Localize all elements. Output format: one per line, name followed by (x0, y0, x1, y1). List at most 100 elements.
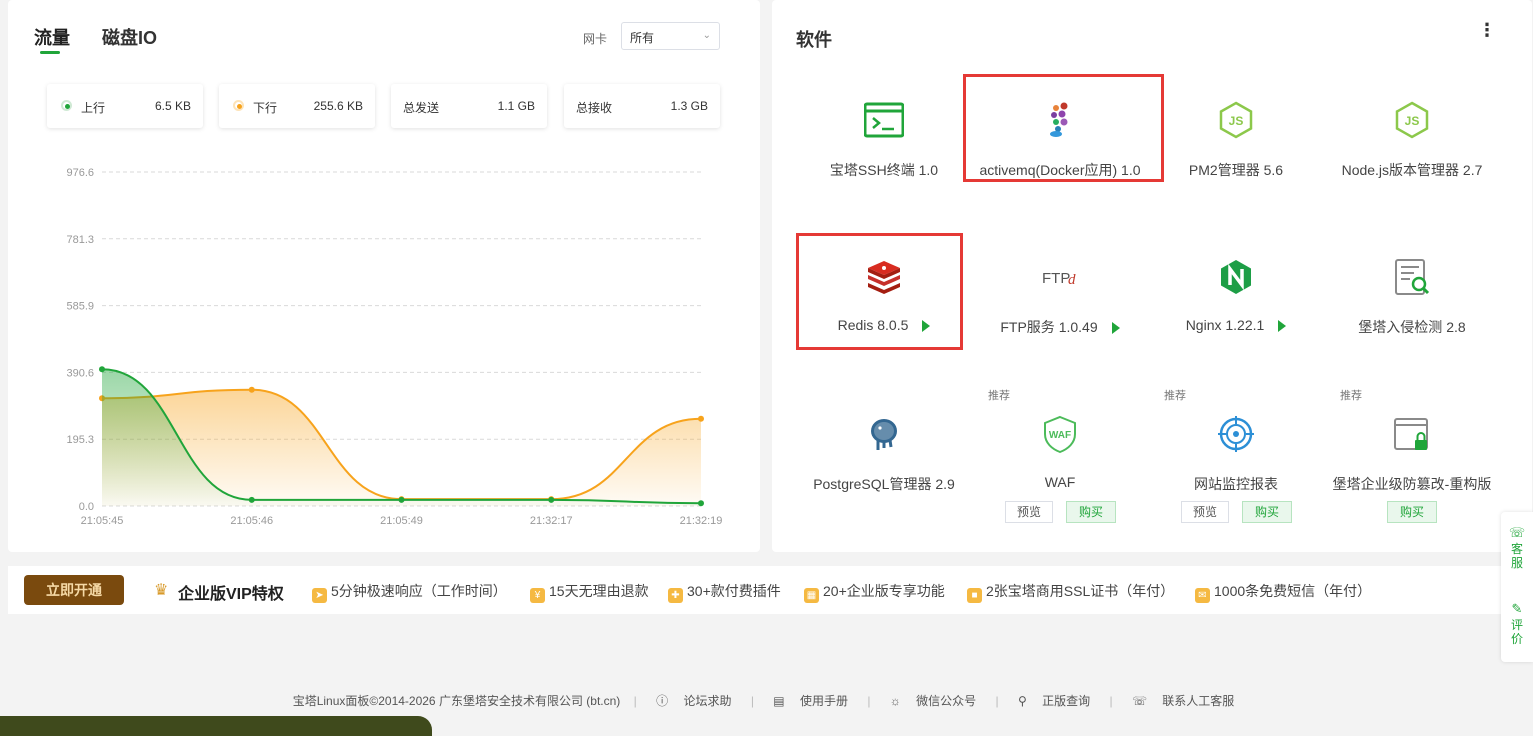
x-tick-label: 21:05:45 (81, 515, 124, 527)
software-card: 软件 ⋮ 宝塔SSH终端 1.0 activemq(Docker应用) 1.0 … (772, 0, 1532, 552)
vip-feature-text: 1000条免费短信（年付） (1214, 583, 1372, 599)
stat-download: 下行 255.6 KB (219, 84, 375, 128)
waf-buy-button[interactable]: 购买 (1066, 501, 1116, 523)
highlight-box-redis (796, 233, 963, 350)
terminal-icon (864, 102, 904, 138)
footer-divider: | (867, 694, 871, 708)
upload-dot-icon (61, 100, 72, 111)
software-name: 宝塔SSH终端 1.0 (829, 162, 939, 178)
software-item-postgresql[interactable]: PostgreSQL管理器 2.9 (796, 400, 972, 510)
software-item-intrusion-detect[interactable]: 堡塔入侵检测 2.8 (1324, 243, 1500, 353)
grid-icon: ▦ (804, 588, 819, 603)
software-name-text: Nginx 1.22.1 (1185, 317, 1265, 333)
vip-feature-text: 20+企业版专享功能 (823, 583, 945, 599)
crown-icon: ♛ (154, 582, 169, 599)
nodejs-icon: JS (1219, 101, 1253, 139)
monitor-buy-button[interactable]: 购买 (1242, 501, 1292, 523)
software-item-ssh[interactable]: 宝塔SSH终端 1.0 (796, 86, 972, 196)
data-point-down (248, 386, 255, 393)
vip-title: 企业版VIP特权 (178, 586, 284, 603)
footer-divider: | (750, 694, 754, 708)
software-item-pm2[interactable]: JS PM2管理器 5.6 (1148, 86, 1324, 196)
software-item-ftp[interactable]: FTP d FTP服务 1.0.49 (972, 243, 1148, 353)
traffic-card: 流量 磁盘IO 网卡 所有 ⌄ 上行 6.5 KB 下行 255.6 KB 总发… (8, 0, 760, 552)
y-tick-label: 585.9 (66, 301, 94, 313)
sms-icon: ✉ (1195, 588, 1210, 603)
footer-link-manual[interactable]: ▤ 使用手册 (767, 694, 854, 708)
footer-link-forum[interactable]: ⓘ 论坛求助 (650, 694, 737, 708)
y-tick-label: 195.3 (66, 434, 94, 446)
data-point-up (99, 366, 105, 373)
software-name: Nginx 1.22.1 (1148, 317, 1324, 333)
software-name: WAF (1044, 474, 1076, 490)
svg-text:FTP: FTP (1042, 270, 1070, 287)
nic-select[interactable]: 所有 ⌄ (621, 22, 720, 50)
stat-total-received: 总接收 1.3 GB (564, 84, 720, 128)
search-icon: ⚲ (1017, 694, 1027, 708)
software-item-waf[interactable]: WAF WAF (972, 400, 1148, 510)
vip-feature: ■ 2张宝塔商用SSL证书（年付） (967, 581, 1174, 603)
vip-feature-text: 2张宝塔商用SSL证书（年付） (986, 583, 1175, 599)
tab-disk-io[interactable]: 磁盘IO (102, 24, 157, 50)
stat-label: 上行 (81, 101, 106, 115)
rocket-icon: ➤ (312, 588, 327, 603)
footer-link-label: 论坛求助 (683, 694, 732, 708)
software-name: PM2管理器 5.6 (1188, 162, 1284, 178)
review-button[interactable]: ✎ 评价 (1501, 602, 1533, 647)
stat-value: 255.6 KB (313, 99, 363, 113)
wechat-icon: ☼ (889, 694, 901, 708)
vip-feature: ▦ 20+企业版专享功能 (804, 581, 945, 603)
software-name: 堡塔企业级防篡改-重构版 (1332, 476, 1492, 492)
float-label: 客服 (1510, 542, 1523, 570)
footer-link-label: 微信公众号 (916, 694, 977, 708)
software-name: Node.js版本管理器 2.7 (1341, 162, 1483, 178)
data-point-down (698, 415, 704, 422)
software-name-text: FTP服务 1.0.49 (1000, 319, 1098, 335)
more-menu-icon[interactable]: ⋮ (1478, 21, 1496, 39)
software-item-tamper-proof[interactable]: 堡塔企业级防篡改-重构版 (1324, 400, 1500, 510)
footer-link-label: 正版查询 (1042, 694, 1091, 708)
x-tick-label: 21:05:46 (230, 515, 273, 527)
customer-service-button[interactable]: ☏ 客服 (1501, 526, 1533, 571)
waf-preview-button[interactable]: 预览 (1005, 501, 1053, 523)
footer-link-support[interactable]: ☏ 联系人工客服 (1126, 694, 1240, 708)
active-tab-indicator (40, 51, 60, 54)
vip-feature-text: 15天无理由退款 (549, 583, 649, 599)
recommend-badge: 推荐 (988, 390, 1010, 402)
footer-link-wechat[interactable]: ☼ 微信公众号 (884, 694, 982, 708)
ssl-certificate-icon: ■ (967, 588, 982, 603)
plugin-icon: ✚ (668, 588, 683, 603)
software-name: 网站监控报表 (1194, 476, 1278, 492)
download-dot-icon (233, 100, 244, 111)
footer-divider: | (1109, 694, 1113, 708)
software-name: PostgreSQL管理器 2.9 (813, 476, 955, 492)
footer-divider: | (995, 694, 999, 708)
software-item-nginx[interactable]: Nginx 1.22.1 (1148, 243, 1324, 353)
software-item-site-monitor[interactable]: 网站监控报表 (1148, 400, 1324, 510)
y-tick-label: 0.0 (79, 501, 94, 513)
stat-label: 总接收 (576, 101, 613, 115)
book-icon: ▤ (773, 694, 785, 708)
recommend-badge: 推荐 (1164, 390, 1186, 402)
x-tick-label: 21:32:17 (530, 515, 573, 527)
stat-label: 总发送 (403, 101, 440, 115)
play-icon[interactable] (1111, 322, 1120, 335)
floating-service-bar: ☏ 客服 ✎ 评价 (1501, 512, 1533, 662)
vip-feature: ➤ 5分钟极速响应（工作时间） (312, 581, 507, 603)
data-point-up (398, 496, 405, 503)
highlight-box-activemq (963, 74, 1164, 182)
tamper-proof-buy-button[interactable]: 购买 (1387, 501, 1437, 523)
vip-feature-text: 30+款付费插件 (687, 583, 781, 599)
vip-activate-button[interactable]: 立即开通 (24, 575, 124, 605)
help-circle-icon: ⓘ (656, 694, 669, 708)
chevron-down-icon: ⌄ (702, 30, 711, 41)
tab-traffic[interactable]: 流量 (34, 24, 70, 50)
x-tick-label: 21:05:49 (380, 515, 423, 527)
nic-label: 网卡 (583, 32, 608, 46)
play-icon[interactable] (1278, 320, 1287, 333)
software-item-nodejs[interactable]: JS Node.js版本管理器 2.7 (1324, 86, 1500, 196)
footer-link-genuine-check[interactable]: ⚲ 正版查询 (1012, 694, 1096, 708)
footer-link-label: 使用手册 (799, 694, 848, 708)
monitor-preview-button[interactable]: 预览 (1181, 501, 1229, 523)
vip-feature-text: 5分钟极速响应（工作时间） (331, 583, 507, 599)
